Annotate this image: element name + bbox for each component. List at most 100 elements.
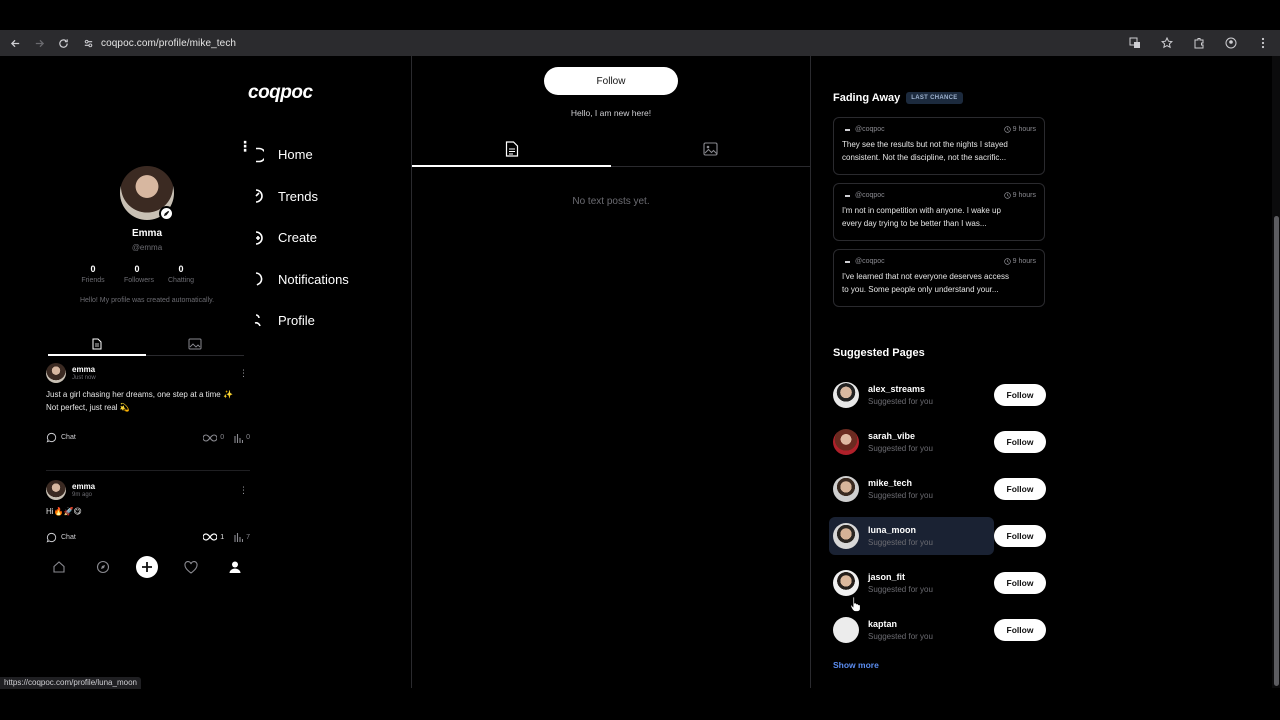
suggested-name[interactable]: mike_tech	[868, 478, 933, 488]
avatar[interactable]	[46, 480, 66, 500]
tab-text-posts[interactable]	[48, 332, 146, 356]
fading-time: 9 hours	[1003, 126, 1036, 133]
post-menu-icon[interactable]: ⋮	[239, 485, 248, 496]
avatar[interactable]	[833, 617, 859, 643]
coqpoc-mark-icon	[845, 128, 850, 131]
follow-button[interactable]: Follow	[994, 572, 1046, 594]
fading-time-text: 9 hours	[1012, 192, 1036, 199]
suggested-name[interactable]: jason_fit	[868, 572, 933, 582]
translate-icon[interactable]	[1124, 31, 1146, 55]
explore-compass-icon[interactable]	[92, 556, 114, 578]
avatar[interactable]	[46, 363, 66, 383]
loop-count-value: 0	[220, 434, 225, 441]
reload-icon[interactable]	[51, 31, 75, 55]
fading-time: 9 hours	[1003, 258, 1036, 265]
follow-button[interactable]: Follow	[994, 431, 1046, 453]
loop-count[interactable]: 1	[203, 533, 224, 541]
create-plus-icon[interactable]	[136, 556, 158, 578]
site-settings-icon[interactable]	[81, 36, 95, 50]
follow-button[interactable]: Follow	[994, 525, 1046, 547]
forward-icon[interactable]	[27, 31, 51, 55]
tab-text-posts[interactable]	[412, 131, 611, 167]
fading-text: I've learned that not everyone deserves …	[842, 270, 1036, 296]
sidebar-item-label: Profile	[278, 313, 315, 329]
follow-button[interactable]: Follow	[544, 67, 678, 95]
sidebar-item-trends[interactable]: Trends	[254, 176, 349, 218]
suggested-page-item[interactable]: luna_moon Suggested for you	[829, 517, 994, 555]
stat-chatting[interactable]: 0 Chatting	[168, 264, 194, 284]
post-card[interactable]: emma 9m ago ⋮ Hi🔥🚀😋 Chat 1 7	[46, 480, 250, 543]
suggested-name[interactable]: kaptan	[868, 619, 933, 629]
post-text: Just a girl chasing her dreams, one step…	[46, 389, 250, 414]
fading-text-line: to you. Some people only understand your…	[842, 285, 999, 294]
tab-media-posts[interactable]	[146, 332, 244, 355]
stat-friends[interactable]: 0 Friends	[80, 264, 106, 284]
trends-icon	[254, 187, 268, 205]
avatar[interactable]	[833, 476, 859, 502]
heart-icon[interactable]	[180, 556, 202, 578]
browser-menu-icon[interactable]	[1252, 31, 1274, 55]
avatar[interactable]	[833, 570, 859, 596]
post-text-line: Not perfect, just real 💫	[46, 402, 130, 412]
suggested-name[interactable]: sarah_vibe	[868, 431, 933, 441]
chat-icon	[46, 432, 57, 443]
mouse-pointer-icon	[850, 596, 861, 617]
show-more-link[interactable]: Show more	[833, 660, 879, 670]
page-viewport: coqpoc ⋮ Home Trends Create Notification…	[0, 56, 1280, 688]
user-profile-icon[interactable]	[224, 556, 246, 578]
post-card[interactable]: emma Just now ⋮ Just a girl chasing her d…	[46, 363, 250, 443]
edit-avatar-icon[interactable]	[159, 206, 174, 221]
extensions-icon[interactable]	[1188, 31, 1210, 55]
loop-count[interactable]: 0	[203, 433, 225, 442]
stat-followers[interactable]: 0 Followers	[124, 264, 154, 284]
content-tabs	[412, 131, 810, 167]
fading-text: I'm not in competition with anyone. I wa…	[842, 204, 1036, 230]
bookmark-star-icon[interactable]	[1156, 31, 1178, 55]
post-username[interactable]: emma	[72, 365, 96, 374]
fading-text-line: I'm not in competition with anyone. I wa…	[842, 206, 1001, 215]
page-scrollbar[interactable]	[1272, 56, 1280, 688]
avatar[interactable]	[833, 429, 859, 455]
suggested-name[interactable]: luna_moon	[868, 525, 933, 535]
chat-button[interactable]: Chat	[46, 532, 76, 543]
stat-value: 0	[134, 264, 140, 274]
suggested-name[interactable]: alex_streams	[868, 384, 933, 394]
fading-post-card[interactable]: @coqpoc 9 hours I've learned that not eve…	[833, 249, 1045, 307]
profile-account-icon[interactable]	[1220, 31, 1242, 55]
more-menu-icon[interactable]: ⋮	[238, 139, 252, 153]
fading-time: 9 hours	[1003, 192, 1036, 199]
chat-button[interactable]: Chat	[46, 432, 76, 443]
tab-media-posts[interactable]	[611, 131, 810, 166]
clock-icon	[1003, 258, 1011, 265]
profile-bio: Hello, I am new here!	[570, 108, 652, 118]
address-bar[interactable]: coqpoc.com/profile/mike_tech	[81, 32, 236, 54]
scrollbar-thumb[interactable]	[1274, 216, 1279, 686]
follow-button[interactable]: Follow	[994, 619, 1046, 641]
fading-away-header: Fading Away LAST CHANCE	[833, 92, 963, 104]
url-text[interactable]: coqpoc.com/profile/mike_tech	[101, 38, 236, 49]
fading-handle: @coqpoc	[855, 126, 885, 133]
view-count-value: 0	[246, 434, 250, 441]
post-username[interactable]: emma	[72, 482, 95, 491]
home-nav-icon[interactable]	[48, 556, 70, 578]
fading-post-card[interactable]: @coqpoc 9 hours I'm not in competition wi…	[833, 183, 1045, 241]
sidebar-item-profile[interactable]: Profile	[254, 300, 349, 342]
fading-post-card[interactable]: @coqpoc 9 hours They see the results but …	[833, 117, 1045, 175]
post-menu-icon[interactable]: ⋮	[239, 368, 248, 379]
fading-text-line: They see the results but not the nights …	[842, 140, 1008, 149]
site-logo[interactable]: coqpoc	[248, 82, 313, 104]
stat-label: Chatting	[168, 277, 195, 284]
clock-icon	[1003, 192, 1011, 199]
bar-chart-icon	[234, 433, 244, 443]
follow-button[interactable]: Follow	[994, 478, 1046, 500]
sidebar-item-notifications[interactable]: Notifications	[254, 259, 349, 301]
sidebar-item-home[interactable]: Home	[254, 134, 349, 176]
post-text-line: Hi🔥🚀😋	[46, 507, 82, 516]
status-bar-url: https://coqpoc.com/profile/luna_moon	[0, 677, 141, 689]
follow-button[interactable]: Follow	[994, 384, 1046, 406]
view-count: 7	[234, 532, 250, 542]
avatar[interactable]	[833, 523, 859, 549]
back-icon[interactable]	[3, 31, 27, 55]
avatar[interactable]	[833, 382, 859, 408]
fading-text-line: every day trying to be better than I was…	[842, 219, 987, 228]
